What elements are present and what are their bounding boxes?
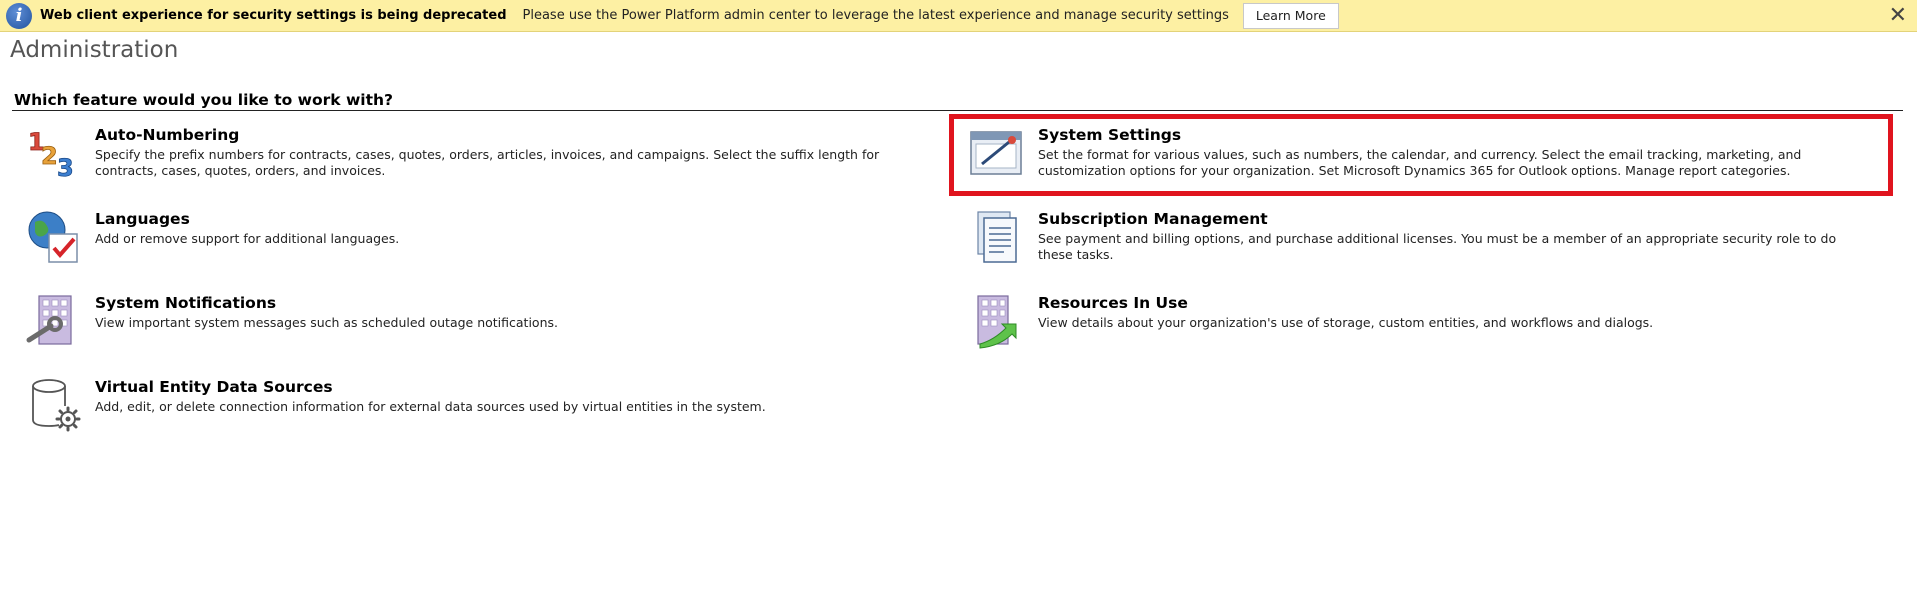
document-stack-icon xyxy=(977,211,1017,263)
building-arrow-icon xyxy=(977,295,1017,349)
feature-title[interactable]: System Notifications xyxy=(95,294,558,312)
svg-text:2: 2 xyxy=(41,142,58,170)
feature-title[interactable]: Auto-Numbering xyxy=(95,126,945,144)
feature-title[interactable]: Virtual Entity Data Sources xyxy=(95,378,766,396)
feature-virtual-entity-data-sources[interactable]: Virtual Entity Data Sources Add, edit, o… xyxy=(25,376,945,434)
notification-bar: i Web client experience for security set… xyxy=(0,0,1917,32)
feature-description: View important system messages such as s… xyxy=(95,315,558,330)
highlight-box xyxy=(949,114,1893,196)
notification-title: Web client experience for security setti… xyxy=(40,8,507,23)
notification-message: Please use the Power Platform admin cent… xyxy=(522,8,1229,23)
page-title: Administration xyxy=(10,37,179,63)
globe-check-icon xyxy=(28,211,78,263)
feature-resources-in-use[interactable]: Resources In Use View details about your… xyxy=(968,292,1868,350)
feature-system-notifications[interactable]: System Notifications View important syst… xyxy=(25,292,945,350)
feature-description: See payment and billing options, and pur… xyxy=(1038,231,1837,262)
feature-languages[interactable]: Languages Add or remove support for addi… xyxy=(25,208,945,266)
info-icon: i xyxy=(6,2,32,29)
building-wrench-icon xyxy=(26,295,72,345)
feature-description: Add, edit, or delete connection informat… xyxy=(95,399,766,414)
section-divider xyxy=(12,110,1903,111)
section-heading: Which feature would you like to work wit… xyxy=(14,91,394,109)
database-gear-icon xyxy=(32,379,81,432)
feature-description: Specify the prefix numbers for contracts… xyxy=(95,147,880,178)
numbers-icon: 1 2 3 xyxy=(28,128,75,182)
feature-title[interactable]: Resources In Use xyxy=(1038,294,1653,312)
svg-text:3: 3 xyxy=(57,154,74,182)
learn-more-button[interactable]: Learn More xyxy=(1242,2,1339,29)
feature-description: View details about your organization's u… xyxy=(1038,315,1654,330)
close-icon[interactable]: ✕ xyxy=(1889,3,1907,29)
feature-title[interactable]: Subscription Management xyxy=(1038,210,1868,228)
feature-subscription-management[interactable]: Subscription Management See payment and … xyxy=(968,208,1868,266)
feature-title[interactable]: Languages xyxy=(95,210,399,228)
feature-description: Add or remove support for additional lan… xyxy=(95,231,400,246)
feature-auto-numbering[interactable]: 1 2 3 Auto-Numbering Specify the prefix … xyxy=(25,124,945,182)
